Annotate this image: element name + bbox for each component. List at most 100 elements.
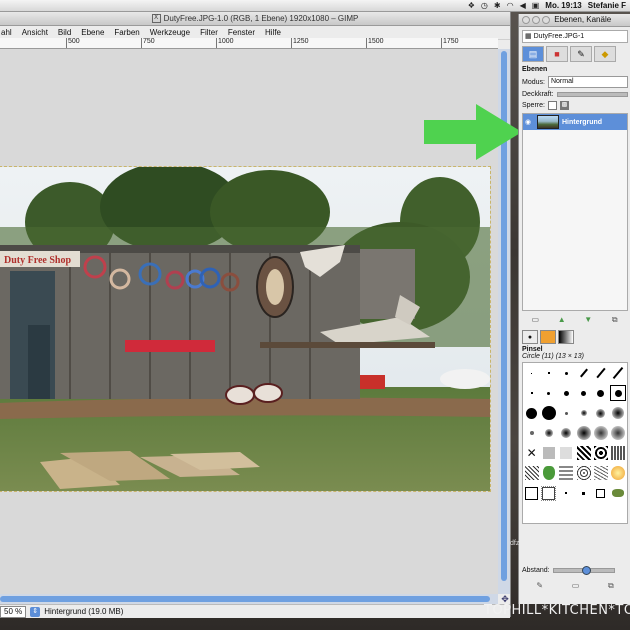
timemachine-icon[interactable]: ◷ (481, 1, 488, 11)
raise-layer-icon[interactable]: ▲ (556, 315, 568, 326)
gradients-tab-icon[interactable] (558, 330, 574, 344)
brush-item[interactable] (565, 492, 568, 494)
mode-select[interactable]: Normal (547, 76, 628, 88)
wifi-icon[interactable]: ◠ (507, 1, 514, 11)
visibility-eye-icon[interactable]: ◉ (525, 118, 534, 126)
brush-item[interactable] (542, 447, 555, 459)
brush-item[interactable] (596, 367, 606, 379)
brush-item[interactable] (525, 486, 539, 500)
brush-item[interactable] (611, 426, 626, 440)
lock-row: Sperre: ▩ (522, 101, 628, 110)
brush-item-selected[interactable] (610, 385, 627, 401)
new-brush-icon[interactable]: ▭ (572, 581, 580, 591)
minimize-dot-icon[interactable] (532, 15, 540, 24)
dock-tabs: ▤ ■ ✎ ◆ (522, 46, 628, 62)
patterns-tab-icon[interactable] (540, 330, 556, 344)
menu-help[interactable]: Hilfe (265, 28, 281, 37)
menu-layer[interactable]: Ebene (81, 28, 104, 37)
image-thumb-icon: ▦ (525, 33, 532, 40)
brush-item[interactable] (529, 431, 534, 435)
brush-item[interactable] (531, 372, 533, 374)
brush-item[interactable] (576, 426, 591, 440)
brush-item[interactable] (596, 408, 606, 418)
flag-icon[interactable]: ▣ (532, 1, 540, 11)
menu-image[interactable]: Bild (58, 28, 71, 37)
brush-item[interactable] (563, 390, 569, 396)
menu-file[interactable]: ahl (1, 28, 12, 37)
brush-item[interactable] (544, 429, 553, 437)
brush-item[interactable] (524, 466, 539, 480)
edit-brush-icon[interactable]: ✎ (536, 581, 543, 591)
layer-row[interactable]: ◉ Hintergrund (523, 114, 627, 130)
brush-item[interactable] (593, 426, 608, 440)
brush-item[interactable] (580, 410, 587, 416)
brush-item[interactable] (560, 447, 573, 459)
menu-tools[interactable]: Werkzeuge (150, 28, 190, 37)
brush-item[interactable] (612, 489, 625, 497)
menu-view[interactable]: Ansicht (22, 28, 48, 37)
brush-item[interactable] (582, 491, 586, 495)
brush-item[interactable] (596, 488, 606, 498)
brush-item[interactable] (547, 391, 551, 395)
menu-windows[interactable]: Fenster (228, 28, 255, 37)
image-canvas[interactable]: Duty Free Shop (0, 166, 491, 492)
horizontal-scrollbar[interactable] (0, 594, 498, 604)
tab-paths[interactable]: ✎ (570, 46, 592, 62)
layer-name[interactable]: Hintergrund (562, 119, 602, 126)
spacing-slider-handle[interactable] (581, 566, 591, 575)
brush-item[interactable] (541, 485, 557, 501)
image-selector[interactable]: ▦ DutyFree.JPG-1 (522, 30, 628, 43)
tab-undo[interactable]: ◆ (594, 46, 616, 62)
lock-checkbox[interactable] (547, 101, 557, 110)
brush-item[interactable] (576, 446, 591, 460)
bluetooth-icon[interactable]: ✱ (494, 1, 501, 11)
brushes-tab-icon[interactable]: ● (522, 330, 538, 344)
brush-item[interactable] (581, 390, 587, 396)
brush-item[interactable] (593, 466, 608, 480)
new-layer-icon[interactable]: ▭ (529, 315, 541, 326)
menubar-clock[interactable]: Mo. 19:13 (545, 1, 581, 10)
brush-item[interactable] (530, 392, 533, 394)
brush-item[interactable] (564, 411, 568, 415)
brush-item[interactable] (611, 466, 626, 480)
zoom-stepper[interactable]: ⇕ (30, 606, 41, 617)
layer-list[interactable]: ◉ Hintergrund (522, 113, 628, 311)
dropbox-icon[interactable]: ❖ (468, 1, 475, 11)
brush-item[interactable] (612, 407, 625, 419)
brush-grid[interactable]: ✕ (522, 362, 628, 524)
x11-icon: X (151, 14, 161, 24)
brush-item[interactable] (613, 366, 624, 380)
zoom-dot-icon[interactable] (542, 15, 550, 24)
brush-item[interactable] (561, 428, 572, 438)
horizontal-ruler[interactable]: 500 750 1000 1250 1500 1750 (0, 38, 498, 49)
zoom-field[interactable]: 50 % (0, 605, 27, 618)
tab-layers[interactable]: ▤ (522, 46, 544, 62)
brush-item[interactable] (593, 446, 608, 460)
menubar-user[interactable]: Stefanie F (588, 1, 626, 10)
volume-icon[interactable]: ◀ (520, 1, 526, 11)
close-dot-icon[interactable] (522, 15, 530, 24)
brush-item[interactable] (542, 466, 555, 480)
dock-titlebar[interactable]: Ebenen, Kanäle (519, 14, 630, 27)
tab-channels[interactable]: ■ (546, 46, 568, 62)
window-titlebar[interactable]: X DutyFree.JPG-1.0 (RGB, 1 Ebene) 1920x10… (0, 12, 510, 26)
brush-item[interactable] (611, 446, 626, 460)
brush-item[interactable] (547, 372, 550, 374)
duplicate-layer-icon[interactable]: ⧉ (609, 315, 621, 326)
brush-item[interactable] (541, 406, 556, 420)
brush-item[interactable] (597, 389, 605, 397)
brush-item[interactable]: ✕ (527, 446, 537, 460)
lower-layer-icon[interactable]: ▼ (582, 315, 594, 326)
brush-item[interactable] (576, 466, 591, 480)
menu-colors[interactable]: Farben (114, 28, 139, 37)
brush-item[interactable] (564, 371, 568, 375)
spacing-label: Abstand: (522, 567, 550, 574)
brush-item[interactable] (559, 466, 574, 480)
brush-item[interactable] (526, 407, 538, 419)
opacity-slider[interactable] (556, 92, 628, 97)
lock-alpha-icon[interactable]: ▩ (559, 101, 569, 110)
brush-item[interactable] (579, 368, 588, 378)
duplicate-brush-icon[interactable]: ⧉ (608, 581, 614, 591)
image-selector-label: DutyFree.JPG-1 (533, 33, 585, 40)
menu-filters[interactable]: Filter (200, 28, 218, 37)
